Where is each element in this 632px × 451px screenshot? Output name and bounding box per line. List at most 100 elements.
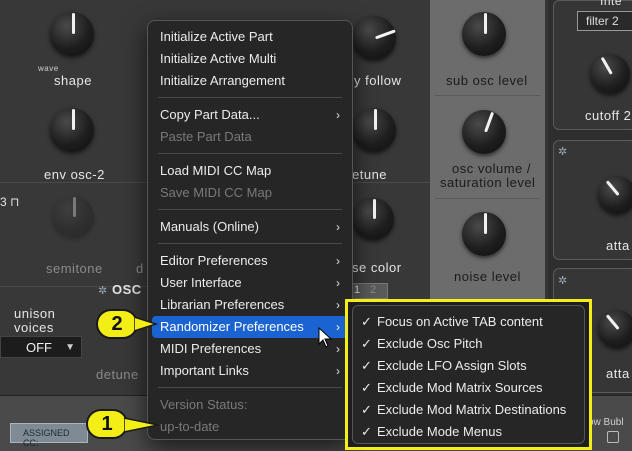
semitone-label: semitone (46, 261, 103, 276)
shape-label: shape (54, 73, 92, 88)
checkmark-icon: ✓ (361, 336, 372, 351)
menu-item-copy-part-data[interactable]: Copy Part Data... › (148, 104, 352, 126)
menu-item-label: up-to-date (160, 419, 220, 434)
callout-1: 1 (86, 409, 128, 439)
submenu-item-exclude-mod-matrix-sources[interactable]: ✓ Exclude Mod Matrix Sources (353, 377, 584, 399)
section-divider (435, 198, 540, 199)
chevron-right-icon: › (336, 342, 340, 356)
lock-number: 3 (0, 195, 7, 209)
key-follow-knob[interactable] (352, 16, 396, 60)
partial-label: d (136, 261, 144, 276)
wave-label: wave (38, 64, 59, 73)
noise-color-knob[interactable] (352, 198, 394, 240)
cutoff-knob[interactable] (590, 54, 630, 94)
menu-item-initialize-active-multi[interactable]: Initialize Active Multi (148, 48, 352, 70)
submenu-item-exclude-osc-pitch[interactable]: ✓ Exclude Osc Pitch (353, 333, 584, 355)
chevron-right-icon: › (336, 254, 340, 268)
unison-voices-dropdown[interactable]: OFF ▼ (0, 336, 82, 358)
menu-item-label: Important Links (160, 363, 249, 378)
tab-1[interactable]: 1 (354, 284, 361, 296)
env-osc2-knob[interactable] (50, 108, 94, 152)
menu-item-paste-part-data: Paste Part Data (148, 126, 352, 148)
chevron-right-icon: › (336, 108, 340, 122)
menu-item-label: Editor Preferences (160, 253, 268, 268)
filter-select[interactable]: filter 2 (577, 11, 632, 31)
menu-item-label: Randomizer Preferences (160, 319, 304, 334)
lock-indicator[interactable]: 3 ⊓ (0, 195, 19, 209)
menu-item-initialize-active-part[interactable]: Initialize Active Part (148, 26, 352, 48)
cutoff-label: cutoff 2 (585, 108, 632, 123)
menu-item-load-midi-cc-map[interactable]: Load MIDI CC Map (148, 160, 352, 182)
menu-item-important-links[interactable]: Important Links › (148, 360, 352, 382)
submenu-item-label: Exclude Mod Matrix Destinations (377, 402, 567, 417)
menu-item-initialize-arrangement[interactable]: Initialize Arrangement (148, 70, 352, 92)
submenu-item-label: Focus on Active TAB content (377, 314, 543, 329)
menu-item-label: Save MIDI CC Map (160, 185, 272, 200)
checkmark-icon: ✓ (361, 314, 372, 329)
menu-separator (158, 387, 342, 388)
submenu-item-exclude-lfo-assign-slots[interactable]: ✓ Exclude LFO Assign Slots (353, 355, 584, 377)
menu-item-user-interface[interactable]: User Interface › (148, 272, 352, 294)
osc-volume-label: osc volume / (452, 161, 531, 176)
checkmark-icon: ✓ (361, 402, 372, 417)
gear-icon[interactable]: ✲ (558, 274, 567, 287)
menu-item-label: Load MIDI CC Map (160, 163, 272, 178)
voices-label: voices (14, 320, 54, 335)
callout-2-pointer (134, 316, 158, 332)
bubble-checkbox[interactable] (607, 431, 619, 443)
detune-label: detune (96, 367, 139, 382)
menu-separator (158, 243, 342, 244)
lock-icon: ⊓ (10, 195, 20, 209)
chevron-down-icon: ▼ (65, 342, 75, 353)
osc-volume-knob[interactable] (462, 110, 506, 154)
attack-a-label: atta (606, 238, 630, 253)
gear-icon[interactable]: ✲ (98, 284, 107, 297)
section-divider (435, 95, 540, 96)
osc-header: OSC (112, 282, 142, 297)
sub-osc-level-knob[interactable] (462, 12, 506, 56)
submenu-item-focus-on-active-tab-content[interactable]: ✓ Focus on Active TAB content (353, 311, 584, 333)
chevron-right-icon: › (336, 364, 340, 378)
checkmark-icon: ✓ (361, 380, 372, 395)
menu-item-manuals-online[interactable]: Manuals (Online) › (148, 216, 352, 238)
submenu-item-label: Exclude LFO Assign Slots (377, 358, 527, 373)
assigned-cc-button[interactable]: ASSIGNED CC: (10, 423, 88, 448)
menu-separator (158, 153, 342, 154)
sub-osc-level-label: sub osc level (446, 73, 528, 88)
callout-1-pointer (124, 417, 159, 433)
submenu-item-exclude-mode-menus[interactable]: ✓ Exclude Mode Menus (353, 421, 584, 443)
menu-item-label: Initialize Active Part (160, 29, 273, 44)
gear-icon[interactable]: ✲ (558, 145, 567, 158)
menu-item-label: Version Status: (160, 397, 248, 412)
noise-level-knob[interactable] (462, 212, 506, 256)
menu-item-label: User Interface (160, 275, 242, 290)
menu-item-editor-preferences[interactable]: Editor Preferences › (148, 250, 352, 272)
bottom-right-partial-label: ow Bubl (588, 417, 624, 428)
detune-b-label: etune (352, 167, 388, 182)
noise-color-label: se color (352, 260, 402, 275)
menu-item-label: Copy Part Data... (160, 107, 260, 122)
checkmark-icon: ✓ (361, 424, 372, 439)
menu-item-librarian-preferences[interactable]: Librarian Preferences › (148, 294, 352, 316)
attack-knob-a[interactable] (598, 176, 632, 214)
detune-knob-b[interactable] (352, 108, 396, 152)
menu-separator (158, 209, 342, 210)
submenu-item-label: Exclude Mode Menus (377, 424, 503, 439)
chevron-right-icon: › (336, 220, 340, 234)
menu-item-up-to-date: up-to-date (148, 416, 352, 438)
tab-2[interactable]: 2 (370, 284, 377, 296)
menu-item-label: Librarian Preferences (160, 297, 285, 312)
menu-item-label: Initialize Arrangement (160, 73, 286, 88)
shape-knob[interactable] (50, 12, 94, 56)
semitone-knob[interactable] (52, 196, 94, 238)
attack-knob-b[interactable] (598, 310, 632, 348)
randomizer-submenu: ✓ Focus on Active TAB content ✓ Exclude Osc… (352, 305, 585, 444)
submenu-item-exclude-mod-matrix-destinations[interactable]: ✓ Exclude Mod Matrix Destinations (353, 399, 584, 421)
chevron-right-icon: › (336, 320, 340, 334)
key-follow-label: y follow (354, 73, 402, 88)
menu-item-label: Paste Part Data (160, 129, 252, 144)
menu-item-label: Initialize Active Multi (160, 51, 277, 66)
env-osc2-label: env osc-2 (44, 167, 105, 182)
randomizer-submenu-highlight: ✓ Focus on Active TAB content ✓ Exclude Osc… (345, 299, 592, 450)
menu-separator (158, 97, 342, 98)
